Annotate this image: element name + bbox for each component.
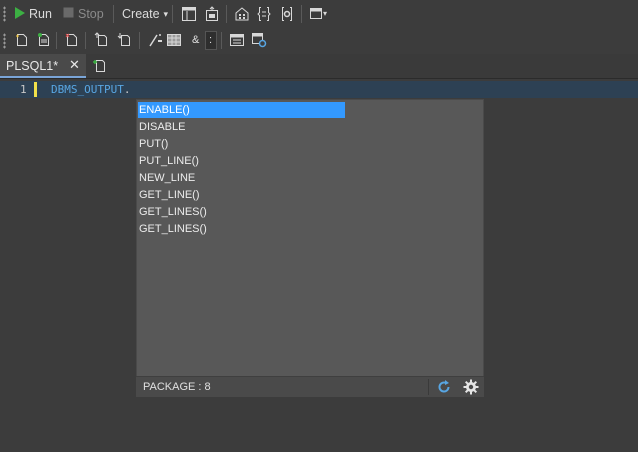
autocomplete-item[interactable]: PUT_LINE() bbox=[138, 153, 345, 169]
autocomplete-item[interactable]: GET_LINES() bbox=[138, 221, 345, 237]
toolbar-separator bbox=[85, 32, 86, 49]
code-identifier: DBMS_OUTPUT bbox=[51, 83, 124, 96]
status-separator bbox=[428, 379, 429, 395]
create-label: Create bbox=[122, 7, 160, 21]
gear-icon[interactable] bbox=[463, 379, 479, 395]
edit-toolbar: & : bbox=[0, 28, 638, 54]
bind-variable-button[interactable]: : bbox=[205, 31, 217, 50]
chevron-down-icon[interactable]: ▾ bbox=[323, 9, 327, 18]
code-dot: . bbox=[123, 83, 131, 96]
new-file-icon[interactable] bbox=[14, 32, 30, 48]
toolbar-separator bbox=[56, 32, 57, 49]
run-button[interactable]: Run bbox=[14, 4, 52, 24]
autocomplete-item[interactable]: GET_LINES() bbox=[138, 204, 345, 220]
comment-icon[interactable] bbox=[148, 32, 164, 48]
main-toolbar: Run Stop Create ▾ ▾ bbox=[0, 0, 638, 28]
outdent-icon[interactable] bbox=[117, 32, 133, 48]
create-dropdown[interactable]: Create ▾ bbox=[122, 4, 168, 24]
toolbar-separator bbox=[113, 5, 114, 23]
code-line[interactable]: DBMS_OUTPUT. bbox=[51, 83, 130, 96]
toolbar-separator bbox=[172, 5, 173, 23]
stop-icon bbox=[63, 7, 74, 21]
substitution-button[interactable]: & bbox=[192, 34, 199, 46]
autocomplete-status: PACKAGE : 8 bbox=[143, 381, 211, 393]
run-label: Run bbox=[29, 7, 52, 21]
new-tab-icon[interactable] bbox=[92, 58, 108, 74]
stop-button[interactable]: Stop bbox=[63, 4, 104, 24]
autocomplete-item[interactable]: NEW_LINE bbox=[138, 170, 345, 186]
close-icon[interactable]: ✕ bbox=[69, 57, 80, 73]
database-icon[interactable] bbox=[234, 6, 250, 22]
toolbar-separator bbox=[139, 32, 140, 49]
tab-label: PLSQL1* bbox=[6, 59, 59, 73]
autocomplete-item[interactable]: PUT() bbox=[138, 136, 345, 152]
grid-icon[interactable] bbox=[166, 32, 182, 48]
code-braces-icon[interactable] bbox=[256, 6, 272, 22]
autocomplete-item[interactable]: GET_LINE() bbox=[138, 187, 345, 203]
export-icon[interactable] bbox=[204, 6, 220, 22]
toolbar-separator bbox=[221, 32, 222, 49]
stop-label: Stop bbox=[78, 7, 104, 21]
close-file-icon[interactable] bbox=[64, 32, 80, 48]
toolbar-separator bbox=[301, 5, 302, 23]
table-settings-icon[interactable] bbox=[251, 32, 267, 48]
indent-icon[interactable] bbox=[94, 32, 110, 48]
toolbar-separator bbox=[226, 5, 227, 23]
refresh-icon[interactable] bbox=[436, 379, 452, 395]
autocomplete-popup: ENABLE() DISABLE PUT() PUT_LINE() NEW_LI… bbox=[136, 99, 484, 397]
toolbar-grip[interactable] bbox=[3, 6, 6, 22]
autocomplete-item[interactable]: ENABLE() bbox=[138, 102, 345, 118]
layout-icon[interactable] bbox=[181, 6, 197, 22]
chevron-down-icon: ▾ bbox=[163, 8, 169, 19]
modified-line-marker bbox=[34, 82, 37, 97]
toolbar-grip[interactable] bbox=[3, 33, 6, 49]
explain-plan-icon[interactable] bbox=[229, 32, 245, 48]
autocomplete-item[interactable]: DISABLE bbox=[138, 119, 345, 135]
settings-code-icon[interactable] bbox=[279, 6, 295, 22]
open-file-icon[interactable] bbox=[36, 32, 52, 48]
line-number: 1 bbox=[20, 83, 27, 96]
play-icon bbox=[14, 6, 25, 22]
bind-variable-label: : bbox=[209, 34, 213, 46]
